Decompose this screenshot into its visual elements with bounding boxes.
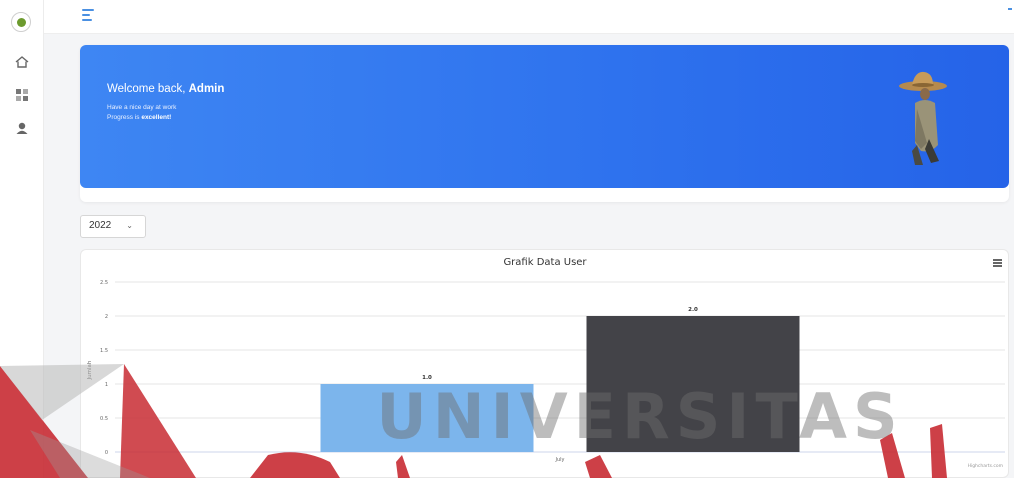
header-dash [1008, 8, 1012, 10]
y-tick-label: 1 [105, 382, 108, 388]
y-axis-label: Jumlah [87, 360, 93, 380]
y-tick-label: 1.5 [100, 348, 108, 354]
chevron-down-icon: ⌄ [126, 221, 133, 230]
user-icon[interactable] [15, 121, 29, 135]
y-tick-label: 2.5 [100, 280, 108, 286]
x-category-label: July [555, 457, 565, 463]
chart-credit: Highcharts.com [968, 463, 1003, 469]
welcome-line-2: Progress is excellent! [107, 114, 172, 121]
y-tick-label: 0 [105, 450, 108, 456]
bar-data-label: 1.0 [422, 375, 432, 381]
year-select[interactable]: 2022 ⌄ [80, 215, 146, 238]
welcome-card: Welcome back, Admin Have a nice day at w… [80, 45, 1009, 202]
welcome-banner: Welcome back, Admin Have a nice day at w… [80, 45, 1009, 188]
chart-card: Grafik Data User 0 0.5 1 1.5 2 2.5 Jumlah 1.0 2.0… [80, 249, 1009, 478]
welcome-subtitle: Have a nice day at work Progress is exce… [107, 103, 176, 123]
year-select-value: 2022 [89, 220, 112, 231]
chart-context-menu-icon[interactable] [993, 259, 1002, 267]
menu-toggle-icon[interactable] [82, 9, 94, 21]
sidebar [0, 0, 44, 478]
logo-icon [16, 17, 26, 27]
home-icon[interactable] [15, 55, 29, 69]
top-header [44, 0, 1014, 34]
y-tick-label: 0.5 [100, 416, 108, 422]
farmer-illustration [899, 71, 947, 165]
dashboard-grid-icon[interactable] [15, 88, 29, 102]
chart-title: Grafik Data User [503, 257, 587, 268]
welcome-title: Welcome back, Admin [107, 83, 225, 95]
bar-data-label: 2.0 [688, 307, 698, 313]
app-logo[interactable] [11, 12, 31, 32]
bar-series-2 [586, 316, 800, 452]
user-data-chart: Grafik Data User 0 0.5 1 1.5 2 2.5 Jumlah 1.0 2.0… [87, 257, 1005, 469]
admin-name: Admin [188, 83, 225, 95]
y-tick-label: 2 [105, 314, 108, 320]
bar-series-1 [320, 384, 534, 452]
welcome-line-1: Have a nice day at work [107, 104, 177, 111]
